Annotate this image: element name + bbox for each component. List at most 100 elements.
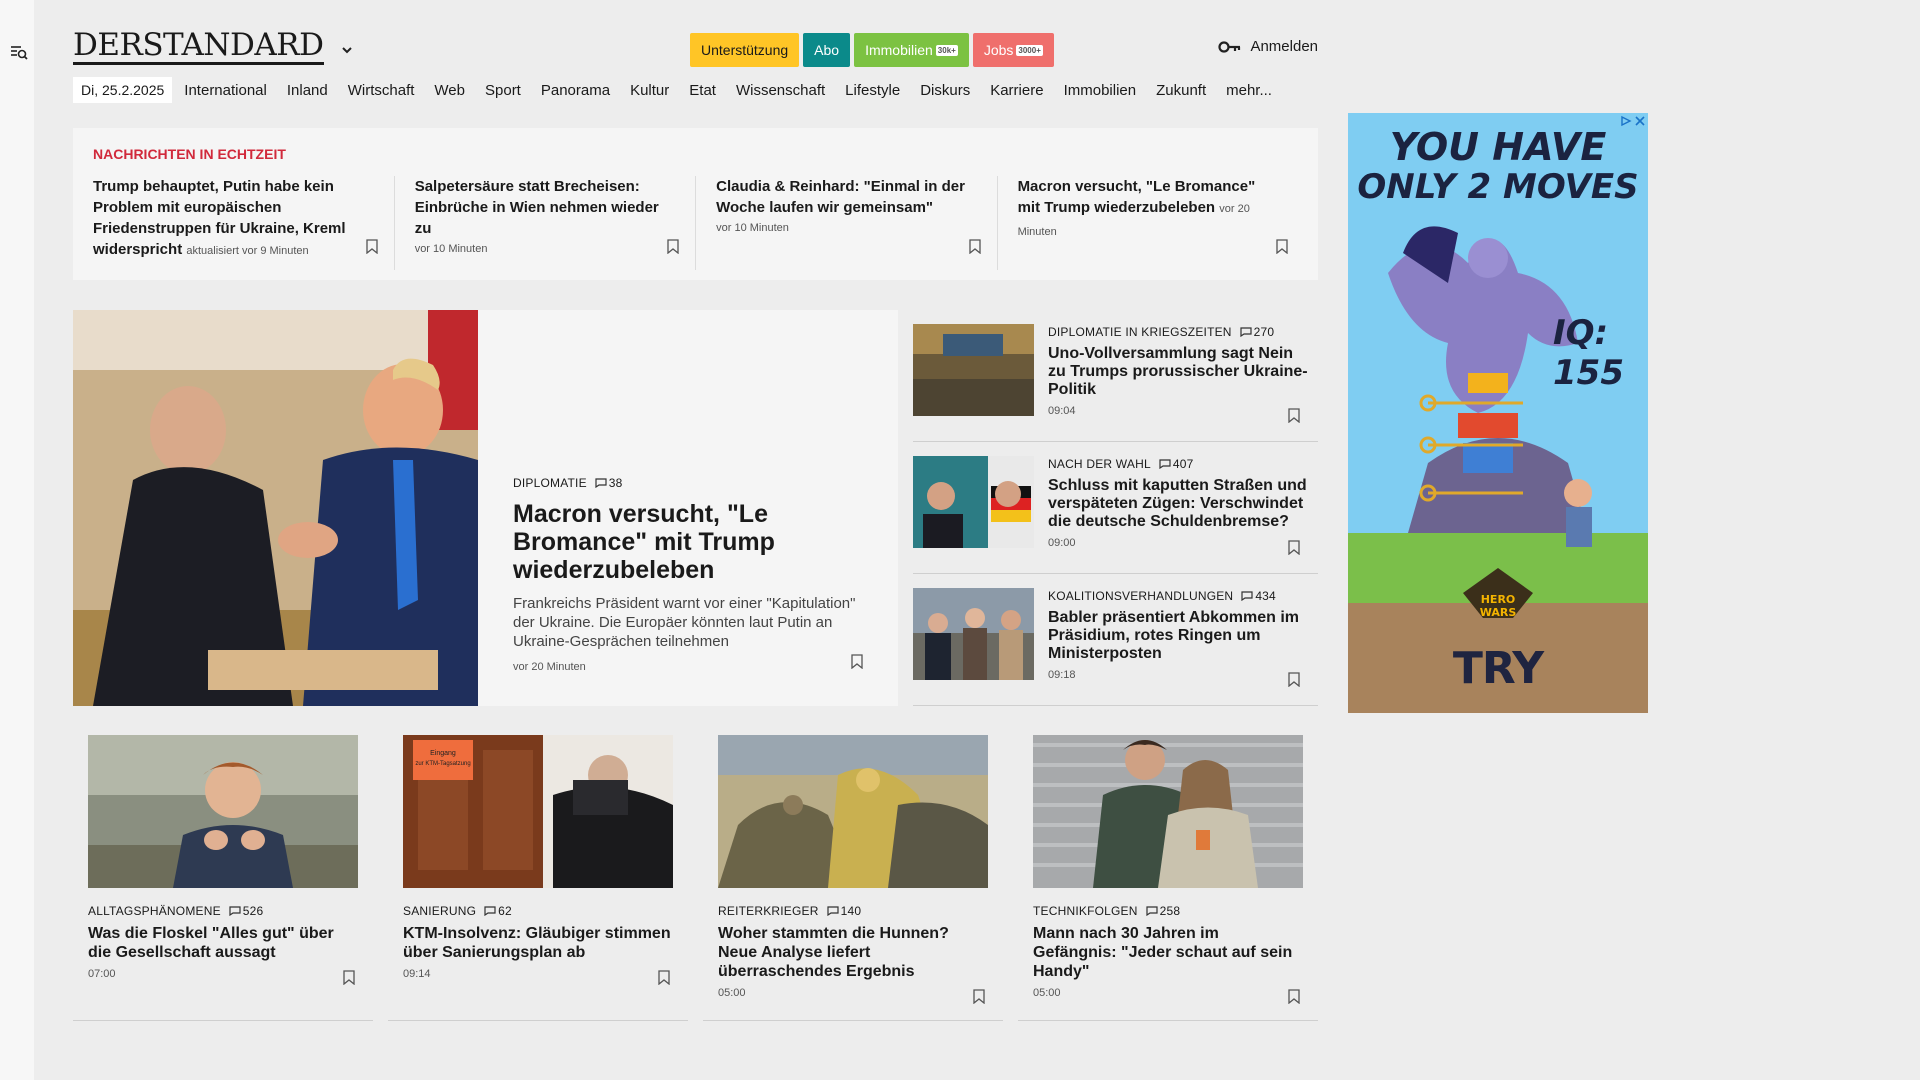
article-card[interactable]: ALLTAGSPHÄNOMENE 526 Was die Floskel "Al…	[73, 735, 373, 1021]
menu-search-icon[interactable]	[9, 42, 29, 62]
bookmark-icon[interactable]	[968, 239, 981, 254]
ad-cta[interactable]: TRY	[1348, 643, 1648, 694]
ticker-item[interactable]: Macron versucht, "Le Bromance" mit Trump…	[996, 176, 1298, 270]
hero-article[interactable]: DIPLOMATIE 38 Macron versucht, "Le Broma…	[73, 310, 898, 706]
logo[interactable]: DERSTANDARD	[73, 29, 352, 65]
nav-wirtschaft[interactable]: Wirtschaft	[348, 82, 415, 99]
abo-button[interactable]: Abo	[803, 33, 851, 67]
article-image[interactable]	[88, 735, 358, 888]
chevron-down-icon[interactable]	[341, 43, 352, 57]
nav-lifestyle[interactable]: Lifestyle	[845, 82, 900, 99]
article-category[interactable]: KOALITIONSVERHANDLUNGEN	[1048, 589, 1233, 603]
article-category[interactable]: REITERKRIEGER	[718, 904, 819, 918]
bookmark-icon[interactable]	[1288, 989, 1300, 1004]
article-kicker: NACH DER WAHL 407	[1048, 457, 1308, 471]
nav-zukunft[interactable]: Zukunft	[1156, 82, 1206, 99]
article-headline[interactable]: Uno-Vollversammlung sagt Nein zu Trumps …	[1048, 345, 1308, 399]
nav-etat[interactable]: Etat	[689, 82, 716, 99]
article-headline[interactable]: Was die Floskel "Alles gut" über die Ges…	[88, 924, 358, 962]
article-time: 09:04	[1048, 405, 1076, 417]
ad-banner[interactable]: YOU HAVE ONLY 2 MOVES IQ: 155 HERO WARS …	[1348, 113, 1648, 713]
nav-immobilien[interactable]: Immobilien	[1064, 82, 1137, 99]
comments-link[interactable]: 140	[827, 904, 862, 918]
logo-text[interactable]: DERSTANDARD	[73, 29, 324, 65]
date-display: Di, 25.2.2025	[73, 77, 173, 103]
article-image[interactable]	[1033, 735, 1303, 888]
ticker-title: NACHRICHTEN IN ECHTZEIT	[93, 146, 286, 162]
comments-link[interactable]: 407	[1159, 457, 1194, 471]
article-headline[interactable]: KTM-Insolvenz: Gläubiger stimmen über Sa…	[403, 924, 673, 962]
hero-image[interactable]	[73, 310, 478, 706]
header: DERSTANDARD Unterstützung Abo Immobilien…	[73, 0, 1318, 103]
jobs-label: Jobs	[983, 42, 1014, 58]
comment-icon	[827, 906, 839, 916]
article-category[interactable]: DIPLOMATIE IN KRIEGSZEITEN	[1048, 325, 1232, 339]
comments-link[interactable]: 62	[484, 904, 512, 918]
ticker-headline[interactable]: Claudia & Reinhard: "Einmal in der Woche…	[716, 176, 976, 218]
nav-diskurs[interactable]: Diskurs	[920, 82, 970, 99]
ticker-headline[interactable]: Trump behauptet, Putin habe kein Problem…	[93, 176, 374, 262]
ticker-item[interactable]: Claudia & Reinhard: "Einmal in der Woche…	[695, 176, 996, 270]
immobilien-button[interactable]: Immobilien 30k+	[854, 33, 969, 67]
side-article[interactable]: KOALITIONSVERHANDLUNGEN 434 Babler präse…	[913, 574, 1318, 706]
article-card[interactable]: REITERKRIEGER 140 Woher stammten die Hun…	[703, 735, 1003, 1021]
support-button[interactable]: Unterstützung	[690, 33, 800, 67]
bookmark-icon[interactable]	[1288, 540, 1300, 555]
article-category[interactable]: ALLTAGSPHÄNOMENE	[88, 904, 221, 918]
article-card[interactable]: Eingang zur KTM-Tagsatzung SANIERUNG 62 K…	[388, 735, 688, 1021]
comments-link[interactable]: 434	[1241, 589, 1276, 603]
bookmark-icon[interactable]	[658, 970, 670, 985]
comments-link[interactable]: 270	[1240, 325, 1275, 339]
login-label: Anmelden	[1250, 38, 1318, 55]
article-category[interactable]: TECHNIKFOLGEN	[1033, 904, 1138, 918]
nav-panorama[interactable]: Panorama	[541, 82, 610, 99]
article-headline[interactable]: Mann nach 30 Jahren im Gefängnis: "Jeder…	[1033, 924, 1303, 981]
login-button[interactable]: Anmelden	[1218, 38, 1318, 55]
article-thumbnail[interactable]	[913, 588, 1034, 680]
nav-wissenschaft[interactable]: Wissenschaft	[736, 82, 825, 99]
bookmark-icon[interactable]	[667, 239, 679, 254]
bookmark-icon[interactable]	[851, 654, 863, 669]
side-article[interactable]: DIPLOMATIE IN KRIEGSZEITEN 270 Uno-Vollv…	[913, 310, 1318, 442]
comments-link[interactable]: 526	[229, 904, 264, 918]
nav-more[interactable]: mehr...	[1226, 82, 1272, 99]
left-sidebar	[0, 0, 34, 1080]
bookmark-icon[interactable]	[973, 989, 985, 1004]
hero-headline[interactable]: Macron versucht, "Le Bromance" mit Trump…	[513, 500, 873, 584]
ticker-item[interactable]: Salpetersäure statt Brecheisen: Einbrüch…	[393, 176, 695, 270]
article-thumbnail[interactable]	[913, 324, 1034, 416]
comments-link[interactable]: 258	[1146, 904, 1181, 918]
ticker-item[interactable]: Trump behauptet, Putin habe kein Problem…	[93, 176, 394, 270]
svg-text:Eingang: Eingang	[430, 750, 456, 757]
bookmark-icon[interactable]	[366, 239, 378, 254]
hero-category[interactable]: DIPLOMATIE	[513, 476, 587, 490]
bookmark-icon[interactable]	[1288, 672, 1300, 687]
nav-international[interactable]: International	[184, 82, 267, 99]
article-image[interactable]: Eingang zur KTM-Tagsatzung	[403, 735, 673, 888]
bookmark-icon[interactable]	[1276, 239, 1288, 254]
ad-headline-1: YOU HAVE	[1389, 125, 1607, 169]
side-article[interactable]: NACH DER WAHL 407 Schluss mit kaputten S…	[913, 442, 1318, 574]
jobs-button[interactable]: Jobs 3000+	[972, 33, 1054, 67]
hero-time: vor 20 Minuten	[513, 661, 586, 673]
article-headline[interactable]: Schluss mit kaputten Straßen und verspät…	[1048, 477, 1308, 531]
article-headline[interactable]: Babler präsentiert Abkommen im Präsidium…	[1048, 609, 1308, 663]
nav-sport[interactable]: Sport	[485, 82, 521, 99]
article-image[interactable]	[718, 735, 988, 888]
bookmark-icon[interactable]	[343, 970, 355, 985]
ticker-headline[interactable]: Macron versucht, "Le Bromance" mit Trump…	[1018, 176, 1278, 243]
nav-inland[interactable]: Inland	[287, 82, 328, 99]
nav-karriere[interactable]: Karriere	[990, 82, 1043, 99]
nav-kultur[interactable]: Kultur	[630, 82, 669, 99]
comments-link[interactable]: 38	[595, 476, 623, 490]
ticker-headline[interactable]: Salpetersäure statt Brecheisen: Einbrüch…	[415, 176, 675, 239]
article-card[interactable]: TECHNIKFOLGEN 258 Mann nach 30 Jahren im…	[1018, 735, 1318, 1021]
ad-headline-2: ONLY 2 MOVES	[1357, 167, 1639, 207]
bookmark-icon[interactable]	[1288, 408, 1300, 423]
article-headline[interactable]: Woher stammten die Hunnen? Neue Analyse …	[718, 924, 988, 981]
article-category[interactable]: NACH DER WAHL	[1048, 457, 1151, 471]
comment-icon	[1241, 591, 1253, 601]
article-category[interactable]: SANIERUNG	[403, 904, 476, 918]
nav-web[interactable]: Web	[434, 82, 465, 99]
article-thumbnail[interactable]	[913, 456, 1034, 548]
